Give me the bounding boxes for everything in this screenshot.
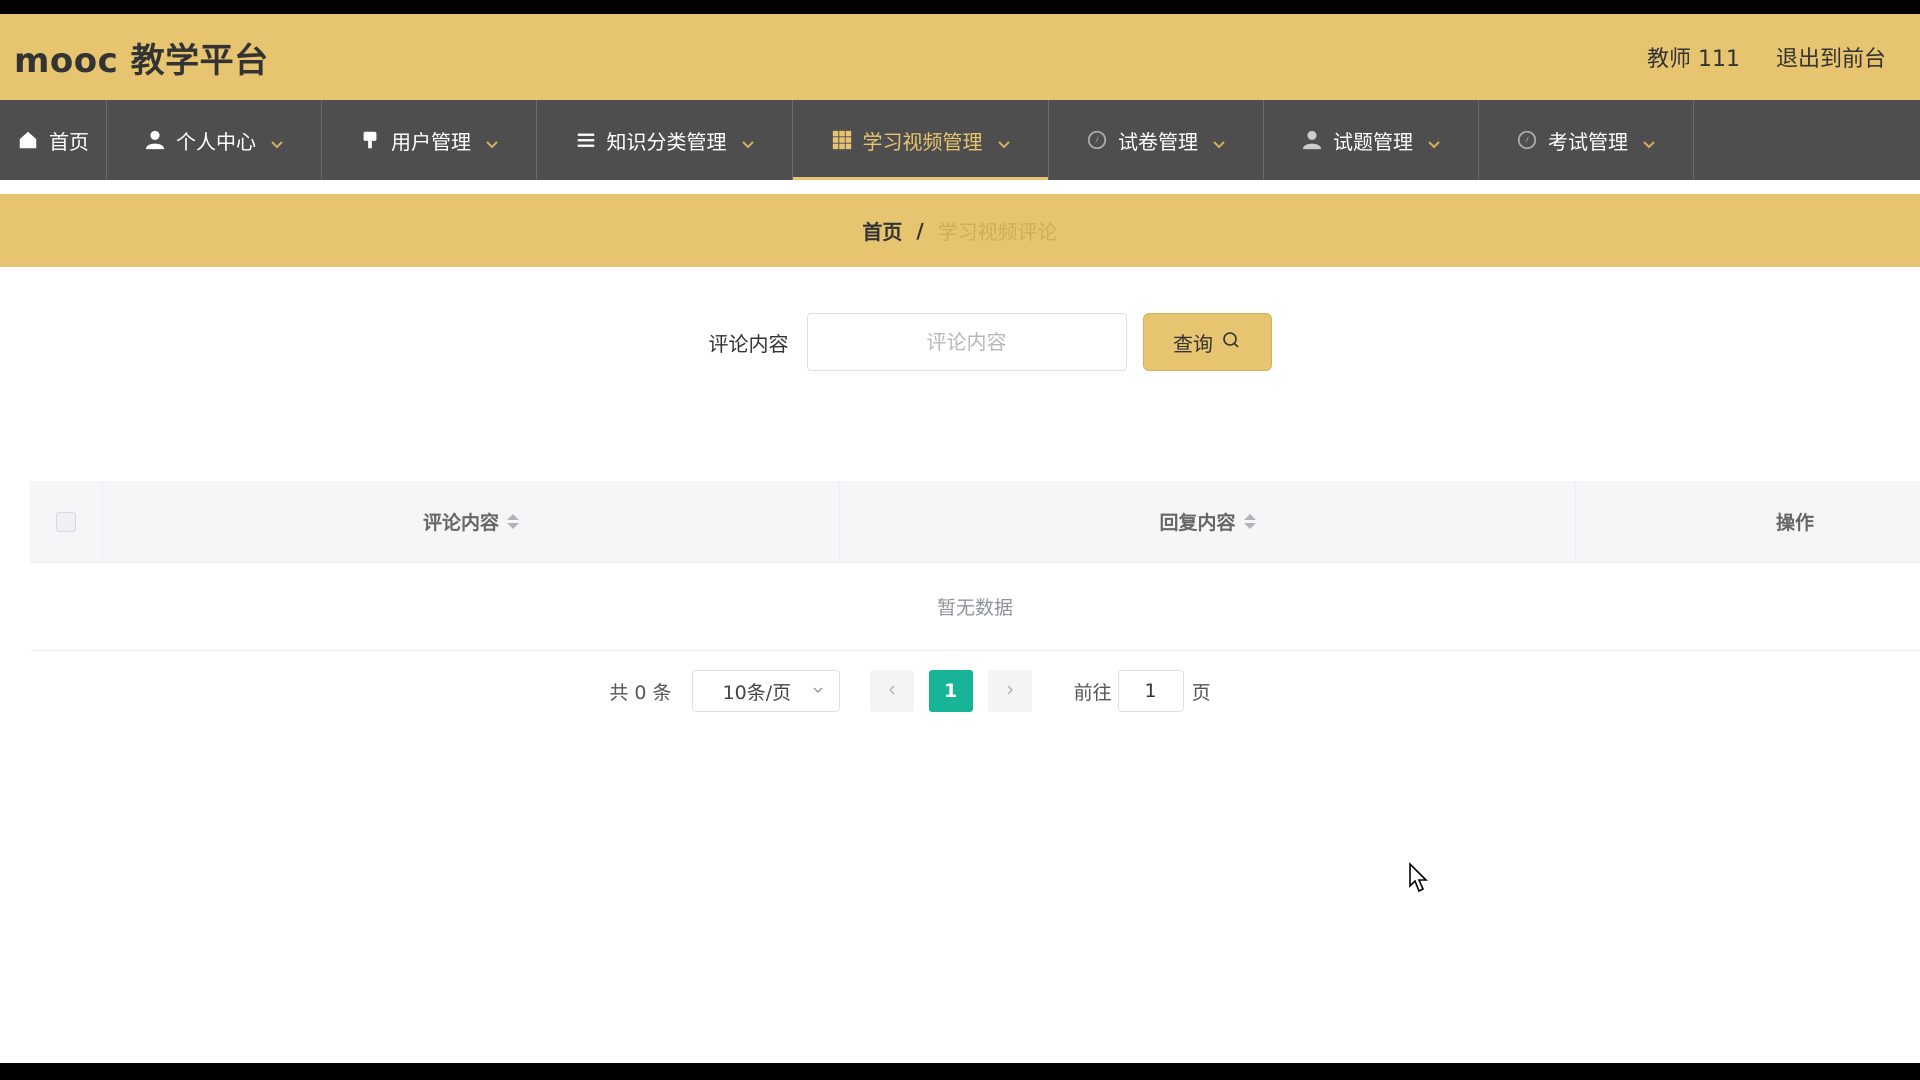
nav-item-label: 试题管理 <box>1333 129 1413 154</box>
comment-search-input[interactable] <box>806 313 1127 371</box>
chevron-down-icon <box>485 133 499 149</box>
nav-item-personal-center[interactable]: 个人中心 <box>107 100 322 180</box>
chevron-down-icon <box>997 133 1011 149</box>
nav-item-video-management[interactable]: 学习视频管理 <box>793 100 1049 180</box>
chevron-down-icon <box>270 133 284 149</box>
nav-item-label: 学习视频管理 <box>862 129 983 154</box>
chevron-right-icon <box>1003 680 1017 702</box>
page-size-select[interactable]: 10条/页 <box>691 670 840 712</box>
comments-table: 评论内容 回复内容 操作 暂无数据 <box>30 481 1920 651</box>
sort-icon[interactable] <box>507 514 519 529</box>
column-header-actions: 操作 <box>1576 481 1920 562</box>
column-header-reply[interactable]: 回复内容 <box>840 481 1576 562</box>
nav-item-label: 用户管理 <box>391 129 471 154</box>
goto-page-input[interactable] <box>1117 670 1184 712</box>
current-user[interactable]: 教师 111 <box>1647 41 1740 73</box>
main-nav: 首页 个人中心 用户管理 知识分类管理 学习视频管理 试卷管理 试题管理 考试管… <box>0 100 1920 180</box>
mouse-pointer-icon <box>1408 862 1430 894</box>
total-count: 共 0 条 <box>609 681 672 704</box>
search-button[interactable]: 查询 <box>1142 313 1272 371</box>
chevron-down-icon <box>1642 133 1656 149</box>
next-page-button[interactable] <box>987 670 1032 712</box>
nav-item-label: 考试管理 <box>1548 129 1628 154</box>
chevron-down-icon <box>741 133 755 149</box>
goto-label: 前往 <box>1073 681 1112 704</box>
prev-page-button[interactable] <box>869 670 914 712</box>
app-window: mooc 教学平台 教师 111 退出到前台 首页 个人中心 用户管理 知识分类… <box>0 14 1920 1063</box>
search-button-label: 查询 <box>1173 331 1213 356</box>
breadcrumb-separator: / <box>916 218 924 243</box>
breadcrumb-home-link[interactable]: 首页 <box>862 216 902 245</box>
column-header-label: 评论内容 <box>422 512 499 534</box>
select-all-checkbox[interactable] <box>56 511 76 532</box>
nav-item-question-management[interactable]: 试题管理 <box>1264 100 1479 180</box>
user-icon <box>1301 129 1323 151</box>
pin-icon <box>359 129 381 151</box>
top-header: mooc 教学平台 教师 111 退出到前台 <box>0 14 1920 100</box>
user-icon <box>144 129 166 151</box>
compass-icon <box>1086 129 1108 151</box>
header-actions: 教师 111 退出到前台 <box>1647 41 1906 73</box>
column-header-label: 操作 <box>1776 512 1815 534</box>
breadcrumb: 首页 / 学习视频评论 <box>0 194 1920 267</box>
nav-item-label: 试卷管理 <box>1118 129 1198 154</box>
nav-item-label: 知识分类管理 <box>606 129 727 154</box>
nav-item-paper-management[interactable]: 试卷管理 <box>1049 100 1264 180</box>
table-header: 评论内容 回复内容 操作 <box>30 481 1920 563</box>
chevron-down-icon <box>1427 133 1441 149</box>
nav-item-label: 个人中心 <box>176 129 256 154</box>
app-title: mooc 教学平台 <box>14 40 269 81</box>
chevron-left-icon <box>885 680 899 702</box>
compass-icon <box>1516 129 1538 151</box>
empty-state: 暂无数据 <box>30 563 1920 651</box>
exit-to-frontend-link[interactable]: 退出到前台 <box>1776 41 1886 73</box>
chevron-down-icon <box>1212 133 1226 149</box>
list-icon <box>575 129 597 151</box>
nav-item-knowledge-category[interactable]: 知识分类管理 <box>537 100 793 180</box>
page-number-current[interactable]: 1 <box>928 670 973 712</box>
chevron-down-icon <box>811 680 825 702</box>
select-all-cell <box>30 481 103 562</box>
home-icon <box>17 129 39 151</box>
search-icon <box>1221 330 1241 355</box>
nav-item-label: 首页 <box>49 129 89 154</box>
search-form: 评论内容 查询 <box>0 312 1920 372</box>
column-header-comment[interactable]: 评论内容 <box>103 481 840 562</box>
search-label: 评论内容 <box>708 331 789 356</box>
page-suffix: 页 <box>1191 681 1211 704</box>
nav-item-exam-management[interactable]: 考试管理 <box>1479 100 1694 180</box>
sort-icon[interactable] <box>1243 514 1256 529</box>
grid-icon <box>831 129 853 151</box>
breadcrumb-current: 学习视频评论 <box>937 220 1058 244</box>
column-header-label: 回复内容 <box>1159 512 1236 534</box>
pagination: 共 0 条 10条/页 1 前往 页 <box>0 669 1920 713</box>
page-size-value: 10条/页 <box>722 681 792 704</box>
nav-item-user-management[interactable]: 用户管理 <box>322 100 537 180</box>
nav-item-home[interactable]: 首页 <box>0 100 107 180</box>
